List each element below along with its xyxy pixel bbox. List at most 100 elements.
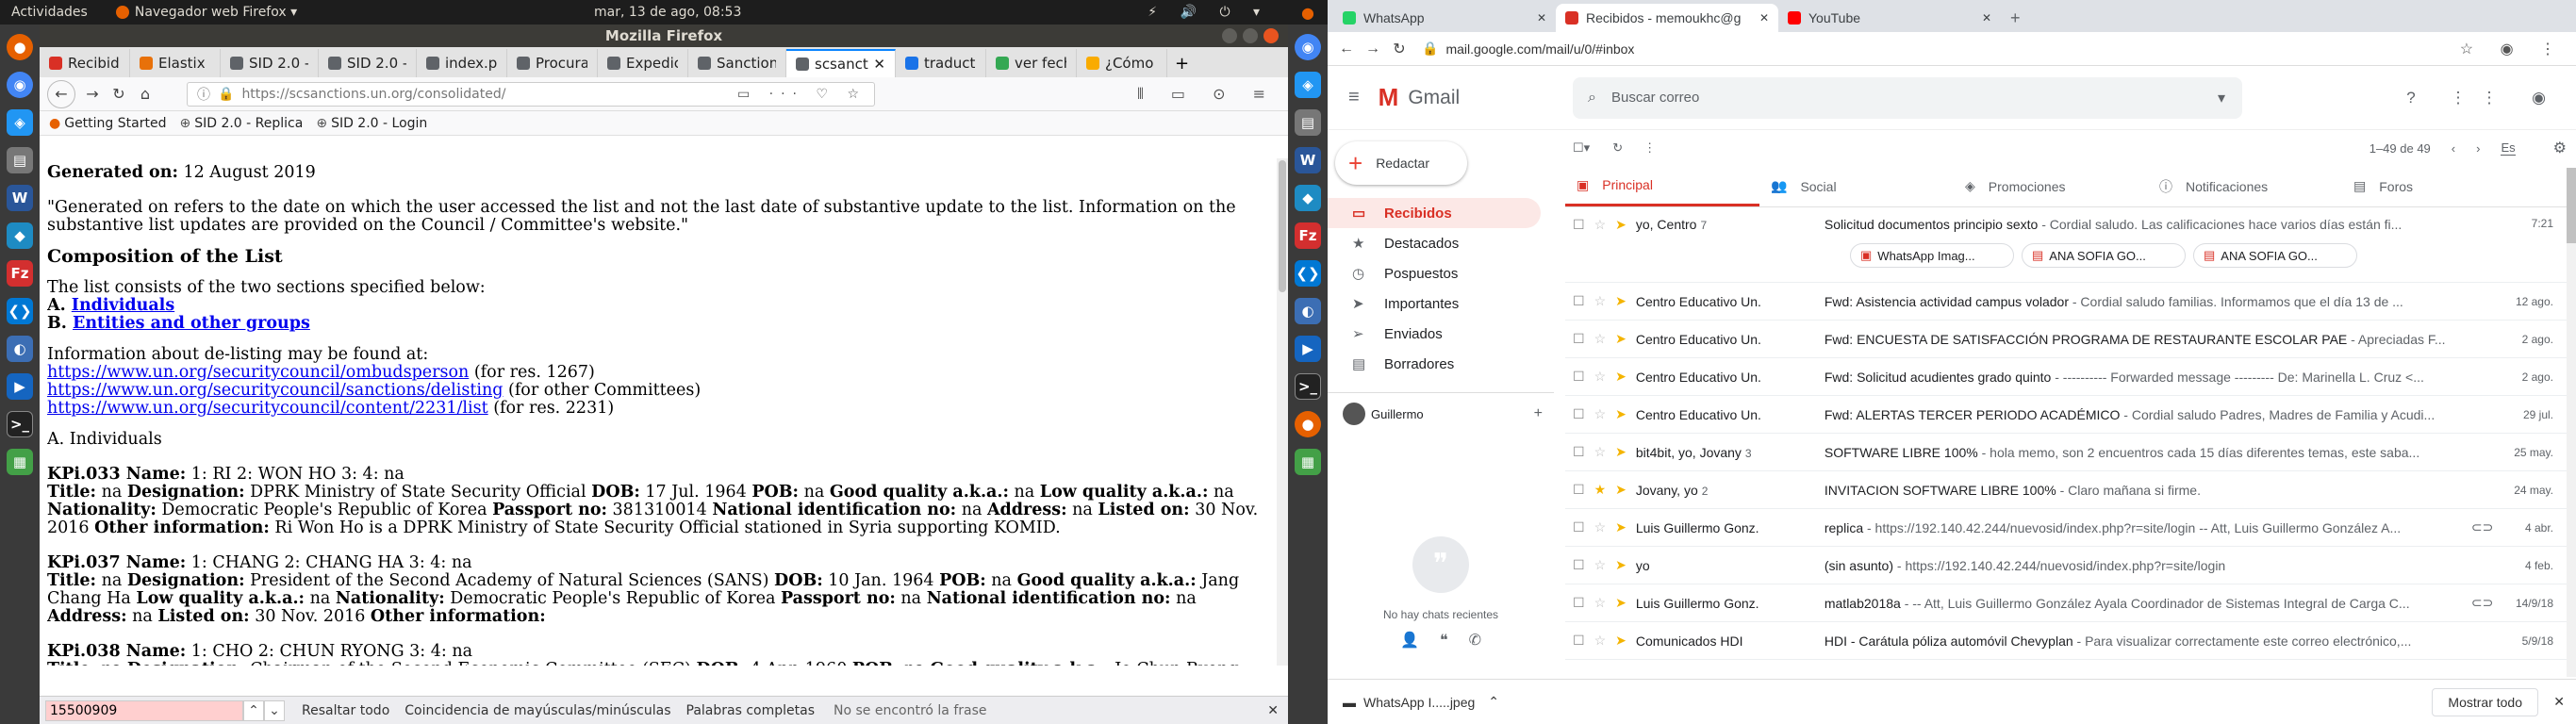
maximize-button[interactable] xyxy=(1243,28,1258,43)
header-icons[interactable]: ? ⋮⋮ ◉ xyxy=(2406,89,2561,107)
important-icon[interactable]: ➤ xyxy=(1615,557,1627,573)
category-tab[interactable]: ◈ Promociones xyxy=(1954,166,2148,206)
email-row[interactable]: ☐ ★ ➤ Jovany, yo 2 INVITACION SOFTWARE LIBRE … xyxy=(1565,471,2576,509)
category-tab[interactable]: ▣ Principal xyxy=(1565,166,1759,206)
back-icon[interactable]: ← xyxy=(47,79,75,108)
star-icon[interactable]: ☆ xyxy=(1594,595,1607,611)
browser-tab[interactable]: ¿Cómo m xyxy=(1077,49,1167,77)
nav-item[interactable]: ▭ Recibidos xyxy=(1328,198,1541,228)
browser-tab[interactable]: Elastix - xyxy=(130,49,221,77)
important-icon[interactable]: ➤ xyxy=(1615,406,1627,422)
delisting-link[interactable]: https://www.un.org/securitycouncil/sanct… xyxy=(47,381,503,400)
hangouts-icon[interactable]: ❝ xyxy=(1440,631,1448,650)
bookmark-item[interactable]: ● Getting Started xyxy=(49,116,166,131)
settings-icon[interactable]: ⚙ xyxy=(2553,139,2567,157)
whole-words-checkbox[interactable]: Palabras completas xyxy=(686,703,815,718)
search-input[interactable]: Buscar correo xyxy=(1611,90,1699,106)
more-icon[interactable]: ⋮ xyxy=(1643,140,1656,156)
highlight-all-checkbox[interactable]: Resaltar todo xyxy=(302,703,389,718)
files-icon[interactable]: ▤ xyxy=(7,147,33,173)
attachment-chip[interactable]: ▤ ANA SOFIA GO... xyxy=(2193,243,2357,268)
chrome-launcher-icon[interactable]: ◉ xyxy=(1295,34,1321,60)
star-icon[interactable]: ☆ xyxy=(1594,217,1607,233)
minimize-button[interactable] xyxy=(1222,28,1237,43)
search-box[interactable]: ⌕ Buscar correo ▾ xyxy=(1573,76,2242,119)
star-icon[interactable]: ☆ xyxy=(1594,293,1607,309)
vscode-icon[interactable]: ❮❯ xyxy=(1295,260,1321,287)
newer-icon[interactable]: › xyxy=(2476,141,2480,156)
star-icon[interactable]: ☆ xyxy=(1594,519,1607,535)
terminal-icon[interactable]: >_ xyxy=(1295,373,1321,400)
scrollbar-thumb[interactable] xyxy=(1279,160,1286,292)
close-tab-icon[interactable]: ✕ xyxy=(1537,11,1546,25)
nav-item[interactable]: ◷ Pospuestos xyxy=(1328,258,1554,288)
new-tab-icon[interactable]: + xyxy=(1167,49,1197,77)
find-input[interactable] xyxy=(45,699,243,721)
url-bar[interactable]: ⓘ 🔒 https://scsanctions.un.org/consolida… xyxy=(187,81,875,107)
close-window-button[interactable] xyxy=(1263,28,1279,43)
browser-tab[interactable]: Recibido xyxy=(40,49,130,77)
find-next-icon[interactable]: ⌄ xyxy=(264,699,285,721)
nav-item[interactable]: ➢ Enviados xyxy=(1328,319,1554,349)
back-icon[interactable]: ← xyxy=(1333,41,1360,58)
email-row[interactable]: ☐ ☆ ➤ Comunicados HDI HDI - Carátula póliza … xyxy=(1565,622,2576,660)
star-icon[interactable]: ☆ xyxy=(1594,633,1607,649)
star-icon[interactable]: ★ xyxy=(1594,482,1607,498)
important-icon[interactable]: ➤ xyxy=(1615,633,1627,649)
email-row[interactable]: ☐ ☆ ➤ yo, Centro 7 Solicitud documentos princ… xyxy=(1565,207,2576,283)
nav-item[interactable]: ➤ Importantes xyxy=(1328,288,1554,319)
row-checkbox[interactable]: ☐ xyxy=(1573,217,1585,233)
browser-tab[interactable]: SID 2.0 - Upd xyxy=(319,49,417,77)
clock[interactable]: mar, 13 de ago, 08:53 xyxy=(594,5,741,20)
system-tray[interactable]: ⚡ 🔊 ⏻ ▾ xyxy=(1148,5,1269,20)
close-download-bar-icon[interactable]: ✕ xyxy=(2553,694,2565,710)
firefox-launcher-icon[interactable]: ● xyxy=(1295,411,1321,437)
important-icon[interactable]: ➤ xyxy=(1615,595,1627,611)
email-row[interactable]: ☐ ☆ ➤ Luis Guillermo Gonz. matlab2018a - -- … xyxy=(1565,584,2576,622)
row-checkbox[interactable]: ☐ xyxy=(1573,633,1585,649)
browser-tab[interactable]: scsanctio✕ xyxy=(786,49,896,77)
calc-icon[interactable]: ▦ xyxy=(1295,449,1321,475)
firefox-mini-icon[interactable]: ● xyxy=(1301,4,1314,22)
star-icon[interactable]: ☆ xyxy=(1594,369,1607,385)
email-row[interactable]: ☐ ☆ ➤ Centro Educativo Un. Fwd: Solicitud ac… xyxy=(1565,358,2576,396)
email-row[interactable]: ☐ ☆ ➤ Luis Guillermo Gonz. replica - https:/… xyxy=(1565,509,2576,547)
blue-app-icon[interactable]: ◆ xyxy=(7,222,33,249)
omnibox[interactable]: 🔒 mail.google.com/mail/u/0/#inbox xyxy=(1422,41,1634,57)
attachment-chip[interactable]: ▣ WhatsApp Imag... xyxy=(1850,243,2014,268)
row-checkbox[interactable]: ☐ xyxy=(1573,331,1585,347)
browser-tab[interactable]: index.php xyxy=(417,49,507,77)
remote-icon[interactable]: ▶ xyxy=(1295,336,1321,362)
scrollbar[interactable] xyxy=(1277,158,1288,666)
main-menu-icon[interactable]: ≡ xyxy=(1348,87,1360,108)
list-2231-link[interactable]: https://www.un.org/securitycouncil/conte… xyxy=(47,399,488,418)
browser-tab[interactable]: SID 2.0 - SinR xyxy=(221,49,319,77)
important-icon[interactable]: ➤ xyxy=(1615,331,1627,347)
writer-icon[interactable]: W xyxy=(1295,147,1321,173)
writer-icon[interactable]: W xyxy=(7,185,33,211)
gmail-scrollbar-thumb[interactable] xyxy=(2567,168,2576,243)
show-all-button[interactable]: Mostrar todo xyxy=(2432,687,2538,716)
filezilla-icon[interactable]: Fz xyxy=(7,260,33,287)
important-icon[interactable]: ➤ xyxy=(1615,482,1627,498)
input-tools[interactable]: Es xyxy=(2501,140,2516,156)
new-tab-icon[interactable]: + xyxy=(2001,4,2030,32)
row-checkbox[interactable]: ☐ xyxy=(1573,293,1585,309)
bookmark-item[interactable]: ⊕ SID 2.0 - Login xyxy=(316,116,427,131)
email-row[interactable]: ☐ ☆ ➤ bit4bit, yo, Jovany 3 SOFTWARE LIBRE 10… xyxy=(1565,434,2576,471)
app-icon[interactable]: ◐ xyxy=(7,336,33,362)
browser-tab[interactable]: Expedici xyxy=(598,49,688,77)
find-previous-icon[interactable]: ⌃ xyxy=(243,699,264,721)
remote-icon[interactable]: ▶ xyxy=(7,373,33,400)
app-menu[interactable]: Navegador web Firefox ▾ xyxy=(115,5,297,20)
gmail-logo-icon[interactable]: M xyxy=(1379,83,1399,112)
firefox-launcher-icon[interactable]: ● xyxy=(7,34,33,60)
row-checkbox[interactable]: ☐ xyxy=(1573,595,1585,611)
app-icon[interactable]: ◐ xyxy=(1295,298,1321,324)
bookmark-item[interactable]: ⊕ SID 2.0 - Replica xyxy=(179,116,303,131)
browser-tab[interactable]: YouTube ✕ xyxy=(1778,4,2001,32)
hangouts-user[interactable]: Guillermo + xyxy=(1328,392,1554,425)
category-tab[interactable]: ▤ Foros xyxy=(2342,166,2536,206)
nav-item[interactable]: ★ Destacados xyxy=(1328,228,1554,258)
home-icon[interactable]: ⌂ xyxy=(132,85,158,103)
